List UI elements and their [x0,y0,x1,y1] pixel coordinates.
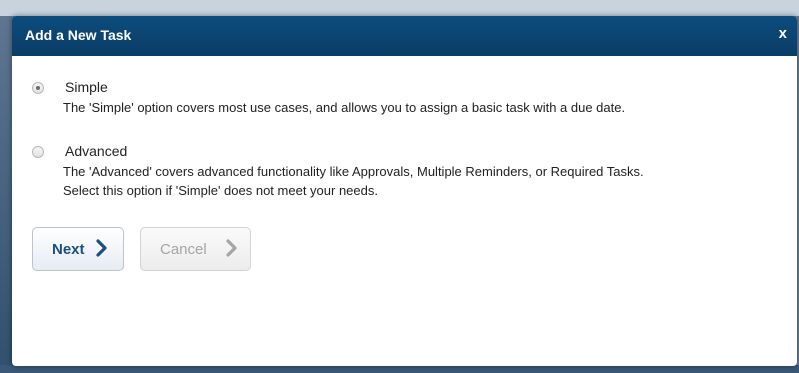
next-button-label: Next [52,241,85,258]
cancel-button-label: Cancel [160,241,207,258]
dialog-titlebar: Add a New Task x [12,16,797,56]
chevron-right-icon [96,239,107,257]
add-task-dialog: Add a New Task x Simple The 'Simple' opt… [12,16,797,366]
simple-description-text: The 'Simple' option covers most use case… [63,100,626,115]
backdrop-bottom [0,365,799,373]
simple-label[interactable]: Simple [65,79,108,95]
dialog-title: Add a New Task [25,27,132,43]
simple-radio[interactable] [32,82,44,94]
chevron-right-icon [226,239,237,257]
cancel-button[interactable]: Cancel [140,227,251,271]
close-button[interactable]: x [779,25,787,42]
advanced-description-line1: The 'Advanced' covers advanced functiona… [63,164,644,179]
advanced-radio[interactable] [32,146,44,158]
simple-description: The 'Simple' option covers most use case… [63,98,783,117]
backdrop-top [0,0,799,16]
next-button[interactable]: Next [32,227,124,271]
advanced-description: The 'Advanced' covers advanced functiona… [63,162,783,200]
advanced-label[interactable]: Advanced [65,143,127,159]
advanced-description-line2: Select this option if 'Simple' does not … [63,183,378,198]
